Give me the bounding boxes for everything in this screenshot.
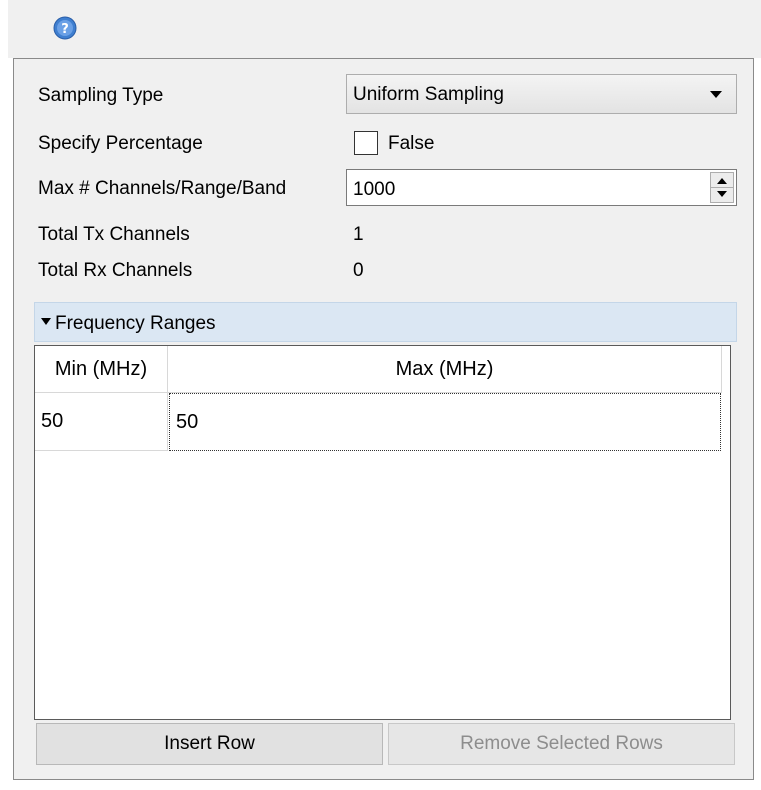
spin-separator — [711, 187, 733, 188]
total-rx-value: 0 — [353, 260, 364, 281]
max-channels-spinbox[interactable]: 1000 — [346, 169, 737, 206]
max-channels-label: Max # Channels/Range/Band — [38, 178, 287, 199]
specify-percentage-label: Specify Percentage — [38, 133, 203, 154]
svg-text:?: ? — [61, 22, 69, 37]
toolbar: ? — [8, 0, 761, 58]
specify-percentage-checkbox[interactable] — [354, 131, 378, 155]
frequency-ranges-title: Frequency Ranges — [55, 313, 216, 334]
total-rx-label: Total Rx Channels — [38, 260, 193, 281]
table-cell-min[interactable]: 50 — [35, 393, 168, 451]
collapse-triangle-icon[interactable] — [41, 318, 51, 325]
column-header-max[interactable]: Max (MHz) — [168, 346, 722, 393]
spin-up-icon[interactable] — [717, 178, 727, 184]
chevron-down-icon — [710, 91, 722, 98]
insert-row-button[interactable]: Insert Row — [36, 723, 383, 765]
table-cell-max[interactable]: 50 — [169, 393, 721, 451]
help-icon[interactable]: ? — [53, 16, 77, 40]
sampling-type-dropdown[interactable]: Uniform Sampling — [346, 74, 737, 114]
remove-selected-rows-button[interactable]: Remove Selected Rows — [388, 723, 735, 765]
total-tx-label: Total Tx Channels — [38, 224, 190, 245]
frequency-ranges-table: Min (MHz) Max (MHz) 50 50 — [34, 345, 731, 720]
sampling-type-label: Sampling Type — [38, 85, 164, 106]
frequency-ranges-header[interactable]: Frequency Ranges — [34, 302, 737, 342]
total-tx-value: 1 — [353, 224, 364, 245]
sampling-type-value: Uniform Sampling — [353, 84, 504, 105]
specify-percentage-value: False — [388, 133, 435, 154]
spin-buttons[interactable] — [710, 172, 734, 203]
spin-down-icon[interactable] — [717, 191, 727, 197]
max-channels-value: 1000 — [353, 179, 396, 200]
column-header-min[interactable]: Min (MHz) — [35, 346, 168, 393]
